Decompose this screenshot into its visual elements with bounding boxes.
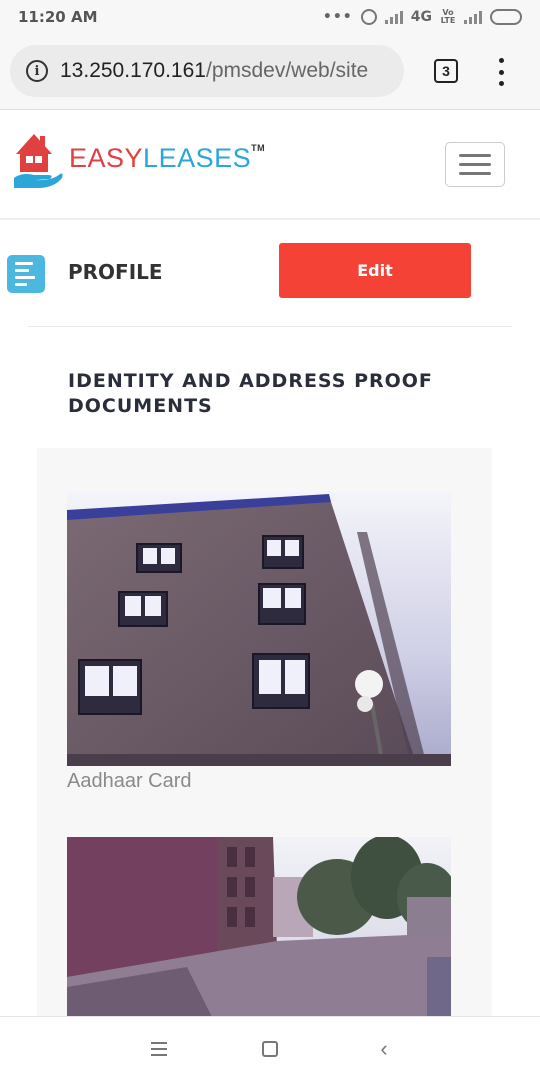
system-nav-bar: ‹ <box>0 1016 540 1080</box>
home-icon[interactable] <box>259 1039 281 1059</box>
alarm-icon <box>360 9 377 25</box>
address-bar[interactable]: i 13.250.170.161/pmsdev/web/site <box>10 45 404 97</box>
browser-toolbar: i 13.250.170.161/pmsdev/web/site 3 <box>0 34 540 110</box>
logo-wordmark: EASYLEASESTM <box>69 143 266 173</box>
house-hand-logo-icon <box>14 134 63 188</box>
document-image-2[interactable] <box>67 837 451 1018</box>
profile-list-icon <box>7 255 45 293</box>
url-path: /pmsdev/web/site <box>205 59 369 82</box>
document-label: Aadhaar Card <box>67 770 192 792</box>
aadhaar-card-image[interactable] <box>67 492 451 766</box>
divider <box>28 326 512 327</box>
menu-toggle-button[interactable] <box>445 142 505 187</box>
easyleases-logo[interactable]: EASYLEASESTM <box>12 128 272 194</box>
edit-button[interactable]: Edit <box>279 243 471 298</box>
more-notifications-icon: ••• <box>322 9 353 25</box>
battery-icon <box>490 9 522 25</box>
url-host: 13.250.170.161 <box>60 59 206 82</box>
status-time: 11:20 AM <box>18 8 98 26</box>
status-bar: 11:20 AM ••• 4G Vo LTE <box>0 0 540 34</box>
back-icon[interactable]: ‹ <box>373 1038 395 1060</box>
documents-panel[interactable]: Aadhaar Card <box>37 448 492 1018</box>
more-menu-icon[interactable] <box>494 58 508 86</box>
info-icon[interactable]: i <box>26 60 48 82</box>
site-header: EASYLEASESTM <box>0 110 540 220</box>
recent-apps-icon[interactable] <box>148 1039 170 1059</box>
section-title: IDENTITY AND ADDRESS PROOF DOCUMENTS <box>68 370 433 417</box>
signal-icon-2 <box>464 10 482 24</box>
profile-title: PROFILE <box>68 260 163 284</box>
status-icons: ••• 4G Vo LTE <box>323 9 522 25</box>
volte-icon: Vo LTE <box>440 8 456 25</box>
signal-icon <box>384 10 403 24</box>
tab-switcher-button[interactable]: 3 <box>434 59 458 83</box>
network-type: 4G <box>410 9 432 25</box>
